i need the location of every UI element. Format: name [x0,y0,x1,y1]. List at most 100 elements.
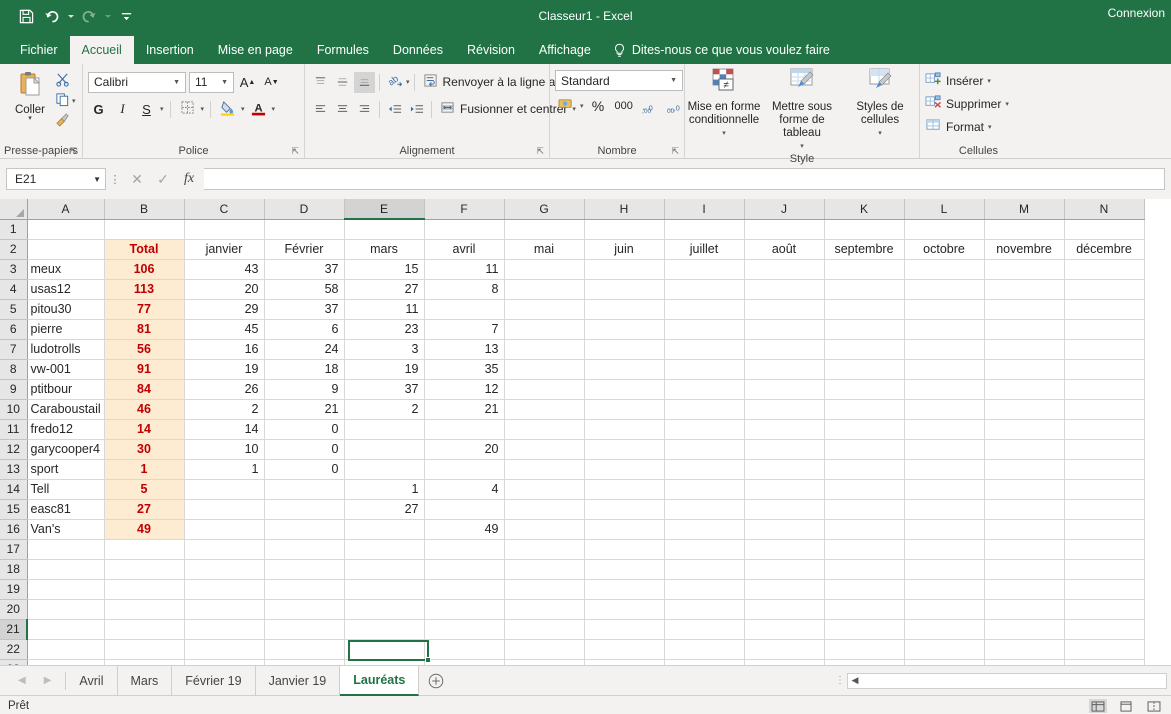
borders-dropdown-icon[interactable]: ▾ [201,105,205,113]
cell-B17[interactable] [104,539,185,560]
row-header-13[interactable]: 13 [0,459,28,480]
accounting-dropdown-icon[interactable]: ▾ [580,102,584,110]
cell-C17[interactable] [184,539,265,560]
formula-input[interactable] [204,168,1165,190]
next-sheet-icon[interactable]: ▶ [44,675,52,686]
cell-D22[interactable] [264,639,345,660]
cell-J20[interactable] [744,599,825,620]
cell-F11[interactable] [424,419,505,440]
cell-D9[interactable]: 9 [264,379,345,400]
cell-L6[interactable] [904,319,985,340]
cell-B13[interactable]: 1 [104,459,185,480]
decrease-indent-button[interactable] [384,99,405,120]
row-header-5[interactable]: 5 [0,299,28,320]
increase-indent-button[interactable] [406,99,427,120]
cell-N11[interactable] [1064,419,1145,440]
cell-N14[interactable] [1064,479,1145,500]
align-left-button[interactable] [310,99,331,120]
cell-H1[interactable] [584,219,665,240]
cell-K10[interactable] [824,399,905,420]
cell-G3[interactable] [504,259,585,280]
cell-L14[interactable] [904,479,985,500]
row-header-21[interactable]: 21 [0,619,28,640]
cell-C22[interactable] [184,639,265,660]
cell-D1[interactable] [264,219,345,240]
alignment-dialog-launcher-icon[interactable]: ⇱ [536,146,544,157]
select-all-corner[interactable] [0,199,28,220]
cell-I15[interactable] [664,499,745,520]
cell-K13[interactable] [824,459,905,480]
delete-dropdown-icon[interactable]: ▾ [1005,100,1009,108]
cell-G22[interactable] [504,639,585,660]
cell-G13[interactable] [504,459,585,480]
cell-I4[interactable] [664,279,745,300]
cell-E13[interactable] [344,459,425,480]
cell-G15[interactable] [504,499,585,520]
cell-E15[interactable]: 27 [344,499,425,520]
column-header-i[interactable]: I [664,199,745,220]
cell-D7[interactable]: 24 [264,339,345,360]
font-dialog-launcher-icon[interactable]: ⇱ [291,146,299,157]
cell-C11[interactable]: 14 [184,419,265,440]
align-right-button[interactable] [354,99,375,120]
column-header-j[interactable]: J [744,199,825,220]
cell-M9[interactable] [984,379,1065,400]
increase-decimal-button[interactable]: ←0,00 [639,96,660,117]
cell-L20[interactable] [904,599,985,620]
cell-M23[interactable] [984,659,1065,665]
row-header-11[interactable]: 11 [0,419,28,440]
cell-D6[interactable]: 6 [264,319,345,340]
cell-H15[interactable] [584,499,665,520]
cell-D10[interactable]: 21 [264,399,345,420]
cell-C16[interactable] [184,519,265,540]
cell-B9[interactable]: 84 [104,379,185,400]
cell-N9[interactable] [1064,379,1145,400]
cell-J22[interactable] [744,639,825,660]
thousands-format-button[interactable]: 000 [613,96,635,117]
cell-E3[interactable]: 15 [344,259,425,280]
cell-H17[interactable] [584,539,665,560]
cell-E7[interactable]: 3 [344,339,425,360]
cell-G10[interactable] [504,399,585,420]
cell-E5[interactable]: 11 [344,299,425,320]
format-dropdown-icon[interactable]: ▾ [988,123,992,131]
cell-F1[interactable] [424,219,505,240]
column-header-a[interactable]: A [27,199,105,220]
cell-L17[interactable] [904,539,985,560]
cell-M10[interactable] [984,399,1065,420]
save-icon[interactable] [14,5,38,27]
cell-N20[interactable] [1064,599,1145,620]
cell-A14[interactable]: Tell [27,479,105,500]
row-header-22[interactable]: 22 [0,639,28,660]
cell-H16[interactable] [584,519,665,540]
cell-N5[interactable] [1064,299,1145,320]
fill-color-dropdown-icon[interactable]: ▾ [241,105,245,113]
cell-K19[interactable] [824,579,905,600]
cell-L8[interactable] [904,359,985,380]
row-header-14[interactable]: 14 [0,479,28,500]
tab-formules[interactable]: Formules [305,36,381,64]
column-header-c[interactable]: C [184,199,265,220]
sheet-tab-mars[interactable]: Mars [118,665,173,696]
cell-N15[interactable] [1064,499,1145,520]
row-header-9[interactable]: 9 [0,379,28,400]
scroll-left-icon[interactable]: ◀ [848,675,862,686]
cell-A5[interactable]: pitou30 [27,299,105,320]
cell-E23[interactable] [344,659,425,665]
column-header-k[interactable]: K [824,199,905,220]
cell-N6[interactable] [1064,319,1145,340]
column-header-h[interactable]: H [584,199,665,220]
cell-F9[interactable]: 12 [424,379,505,400]
cell-L9[interactable] [904,379,985,400]
cell-G18[interactable] [504,559,585,580]
cell-E14[interactable]: 1 [344,479,425,500]
tab-affichage[interactable]: Affichage [527,36,603,64]
tab-revision[interactable]: Révision [455,36,527,64]
cell-B18[interactable] [104,559,185,580]
cell-A10[interactable]: Caraboustail [27,399,105,420]
cell-H13[interactable] [584,459,665,480]
clipboard-dialog-launcher-icon[interactable]: ⇱ [69,146,77,157]
shrink-font-button[interactable]: A ▼ [261,72,282,93]
row-header-15[interactable]: 15 [0,499,28,520]
cell-A1[interactable] [27,219,105,240]
